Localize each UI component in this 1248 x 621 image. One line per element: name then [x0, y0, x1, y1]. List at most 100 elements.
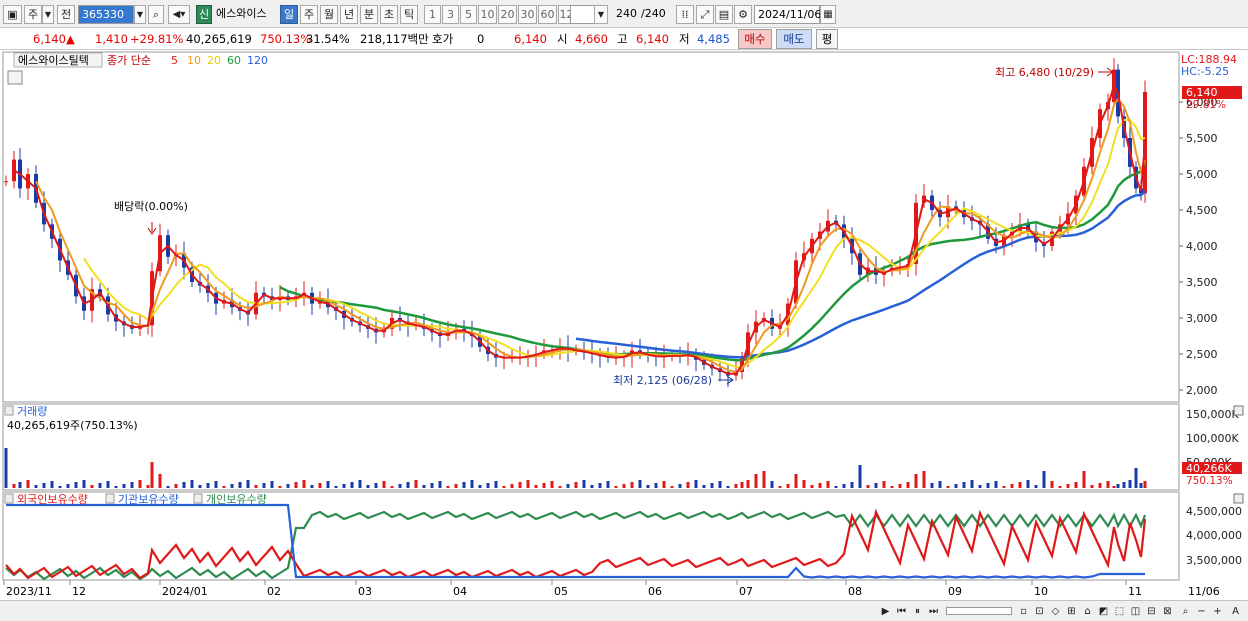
volume-bar [686, 482, 690, 488]
period-button-3[interactable]: 년 [340, 5, 358, 24]
volume-bar [614, 486, 618, 488]
volume-close-icon[interactable] [1233, 405, 1244, 416]
calculator-icon[interactable] [7, 70, 23, 85]
tool-icon-1[interactable]: ▫ [1016, 604, 1031, 619]
volume-bar [858, 465, 862, 488]
scrollbar-track[interactable] [946, 607, 1012, 615]
volume-bar [174, 484, 178, 488]
volume-bar [534, 485, 538, 488]
search-icon[interactable]: ⌕ [148, 5, 164, 24]
volume-bar [1134, 468, 1138, 488]
tool-icon-6[interactable]: ◩ [1096, 604, 1111, 619]
volume-bar [1074, 482, 1078, 488]
buy-button[interactable]: 매수 [738, 29, 772, 49]
tool-icon-3[interactable]: ◇ [1048, 604, 1063, 619]
sell-button[interactable]: 매도 [776, 29, 812, 49]
layout-icon[interactable]: ▣ [3, 5, 22, 24]
volume-bar [678, 484, 682, 488]
period-button-4[interactable]: 분 [360, 5, 378, 24]
volume-bar [406, 482, 410, 488]
save-icon[interactable]: ▤ [715, 5, 733, 24]
price-change-pct: +29.81% [130, 32, 184, 46]
tool-icon-2[interactable]: ⊡ [1032, 604, 1047, 619]
volume-bar [702, 485, 706, 488]
tool-icon-9[interactable]: ⊟ [1144, 604, 1159, 619]
chevron-down-icon[interactable]: ▼ [42, 5, 54, 24]
volume-bar [1139, 483, 1143, 488]
zoom-in-icon[interactable]: + [1210, 604, 1225, 619]
minute-button-5[interactable]: 5 [460, 5, 477, 24]
period-button-6[interactable]: 틱 [400, 5, 418, 24]
zoom-out-icon[interactable]: − [1194, 604, 1209, 619]
volume-bar [358, 480, 362, 488]
x-label-12: 12 [72, 585, 86, 598]
volume-bar [198, 485, 202, 488]
avg-button[interactable]: 평 [816, 29, 838, 49]
tool-icon-7[interactable]: ⬚ [1112, 604, 1127, 619]
date-input[interactable]: 2024/11/06 [754, 5, 821, 24]
stock-code-input[interactable]: 365330 [78, 5, 134, 24]
minute-button-3[interactable]: 3 [442, 5, 459, 24]
tool-icon-10[interactable]: ⊠ [1160, 604, 1175, 619]
stock-chart[interactable]: 6,0005,5005,0004,5004,0003,5003,0002,500… [0, 50, 1248, 600]
volume-bar [278, 486, 282, 488]
market-select[interactable]: 주 [24, 5, 42, 24]
volume-bar [638, 480, 642, 488]
chart-area[interactable]: 6,000 5,500 5,000 4,500 4,000 3,500 3,000 2,500… [0, 50, 1248, 600]
volume-bar [746, 480, 750, 488]
legend-ma-label: 종가 단순 [107, 54, 151, 67]
font-size-icon[interactable]: A [1228, 604, 1243, 619]
holding-menu-icon[interactable] [4, 493, 14, 504]
volume-bar [938, 481, 942, 488]
toolbar: ▣ 주 ▼ 전 365330 ▼ ⌕ ◀▾ 신 에스와이스 일주월년분초틱135… [0, 0, 1248, 28]
legend-ma-10: 10 [187, 54, 201, 67]
volume-bar [150, 462, 154, 488]
tool-icon-5[interactable]: ⌂ [1080, 604, 1095, 619]
volume-bar [318, 483, 322, 488]
minute-button-60[interactable]: 60 [538, 5, 557, 24]
tool-icon-8[interactable]: ◫ [1128, 604, 1143, 619]
minute-button-1[interactable]: 1 [424, 5, 441, 24]
minute-button-20[interactable]: 20 [498, 5, 517, 24]
whole-button[interactable]: 전 [57, 5, 75, 24]
volume-bar [114, 486, 118, 488]
speaker-icon[interactable]: ◀▾ [168, 5, 190, 24]
volume-bar [74, 482, 78, 488]
pause-icon[interactable]: ⏸ [910, 604, 925, 619]
zoom-icon[interactable]: ⌕ [1178, 604, 1193, 619]
volume-bar [954, 484, 958, 488]
minute-button-30[interactable]: 30 [518, 5, 537, 24]
volume-bar [66, 484, 70, 488]
scroll-last-icon[interactable]: ⏭ [926, 604, 941, 619]
period-button-0[interactable]: 일 [280, 5, 298, 24]
x-label-06: 06 [648, 585, 662, 598]
volume-bar [12, 484, 16, 488]
volume-bar [454, 484, 458, 488]
volume-bar [238, 482, 242, 488]
holding-close-icon[interactable] [1233, 493, 1244, 504]
volume-menu-icon[interactable] [4, 405, 14, 416]
price-tick-label: 3,500 [1186, 276, 1218, 289]
cross-line-icon[interactable]: ⤢ [696, 5, 714, 24]
volume-bar [486, 483, 490, 488]
count-dropdown-icon[interactable]: ▼ [594, 5, 608, 24]
period-button-1[interactable]: 주 [300, 5, 318, 24]
volume-bar [270, 481, 274, 488]
volume-bar [430, 483, 434, 488]
gear-icon[interactable]: ⚙ [734, 5, 752, 24]
volume-bar [1034, 485, 1038, 488]
holding-menu-icon-2[interactable] [105, 493, 115, 504]
period-button-5[interactable]: 초 [380, 5, 398, 24]
tool-icon-4[interactable]: ⊞ [1064, 604, 1079, 619]
volume-bar [654, 483, 658, 488]
volume-title: 거래량 [17, 405, 47, 418]
calendar-icon[interactable]: ▦ [820, 5, 836, 24]
code-dropdown-icon[interactable]: ▼ [134, 5, 146, 24]
grid-icon[interactable]: ⁞⁞ [676, 5, 694, 24]
period-button-2[interactable]: 월 [320, 5, 338, 24]
bid-price: 6,140 [514, 32, 547, 46]
holding-menu-icon-3[interactable] [193, 493, 203, 504]
scroll-right-icon[interactable]: ▶ [878, 604, 893, 619]
minute-button-10[interactable]: 10 [478, 5, 497, 24]
scroll-first-icon[interactable]: ⏮ [894, 604, 909, 619]
